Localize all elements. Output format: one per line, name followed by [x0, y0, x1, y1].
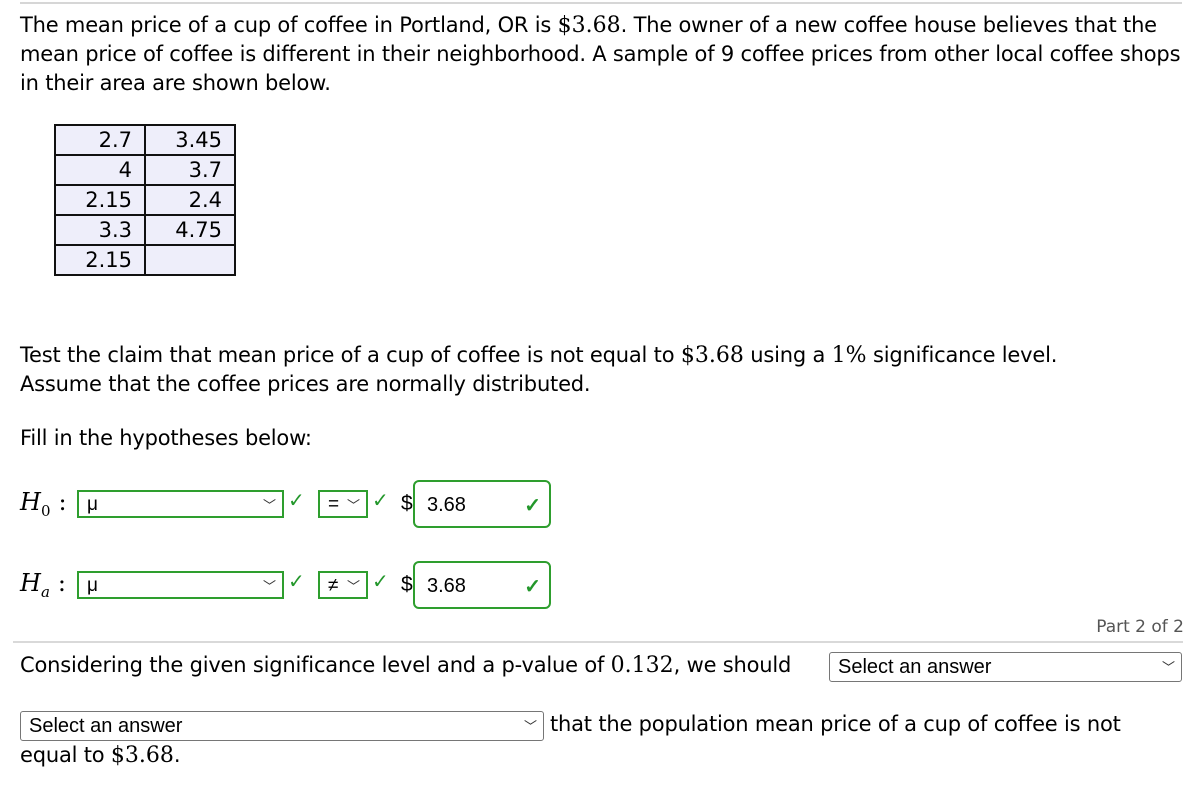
chevron-down-icon: ﹀ [262, 579, 276, 594]
check-icon: ✓ [372, 569, 389, 593]
input-value: 3.68 [427, 494, 466, 516]
population-mean: $3.68 [557, 13, 621, 38]
colon: : [58, 488, 67, 516]
claim-part: using a [743, 343, 832, 367]
selected-value: = [328, 494, 340, 515]
conclusion-text: that the population mean price of a cup … [550, 712, 1121, 736]
chevron-down-icon: ﹀ [346, 579, 360, 594]
h-symbol: H [20, 488, 41, 516]
table-cell: 3.7 [144, 154, 236, 186]
h-subscript: 0 [40, 501, 51, 520]
selected-value: Select an answer [29, 715, 183, 737]
chevron-down-icon: ﹀ [346, 498, 360, 513]
table-cell: 3.3 [54, 214, 146, 246]
input-value: 3.68 [427, 575, 466, 597]
selected-value: μ [87, 494, 98, 515]
sentence-part: . [173, 743, 181, 767]
table-row: 2.15 2.4 [54, 184, 236, 216]
part-divider [13, 641, 1183, 643]
check-icon: ✓ [288, 569, 305, 593]
normality-assumption: Assume that the coffee prices are normal… [20, 372, 591, 396]
check-icon: ✓ [288, 488, 305, 512]
h-subscript: a [40, 582, 50, 601]
ha-label: Ha: [20, 569, 66, 601]
table-cell: 2.7 [54, 124, 146, 156]
significance-level: 1% [831, 343, 867, 368]
selected-value: μ [87, 575, 98, 596]
table-row: 3.3 4.75 [54, 214, 236, 246]
ha-operator-select[interactable]: ≠ ﹀ [318, 571, 368, 599]
fill-prompt: Fill in the hypotheses below: [20, 426, 312, 450]
part-indicator: Part 2 of 2 [1096, 617, 1184, 637]
check-icon: ✓ [372, 488, 389, 512]
selected-value: ≠ [328, 575, 339, 596]
currency-symbol: $ [401, 573, 413, 596]
table-cell: 2.15 [54, 184, 146, 216]
table-row: 4 3.7 [54, 154, 236, 186]
claim-value: $3.68 [110, 743, 174, 768]
decision-select[interactable]: Select an answer ﹀ [829, 652, 1182, 682]
table-cell: 2.4 [144, 184, 236, 216]
table-cell: 3.45 [144, 124, 236, 156]
p-value: 0.132 [610, 653, 674, 678]
table-cell: 4 [54, 154, 146, 186]
sentence-part: Considering the given significance level… [20, 653, 611, 677]
sentence-part: equal to [20, 743, 111, 767]
intro-text: The mean price of a cup of coffee in Por… [20, 13, 558, 37]
h-symbol: H [20, 569, 41, 597]
conclusion-text-cont: equal to $3.68. [20, 741, 1185, 770]
top-divider [20, 2, 1182, 4]
sentence-part: , we should [673, 653, 792, 677]
chevron-down-icon: ﹀ [523, 719, 537, 734]
h0-parameter-select[interactable]: μ ﹀ [77, 490, 284, 518]
claim-text: Test the claim that mean price of a cup … [20, 341, 1185, 399]
h0-operator-select[interactable]: = ﹀ [318, 490, 368, 518]
ha-parameter-select[interactable]: μ ﹀ [77, 571, 284, 599]
evidence-select[interactable]: Select an answer ﹀ [20, 711, 544, 741]
claim-part: significance level. [866, 343, 1058, 367]
table-cell [144, 244, 236, 276]
table-cell: 4.75 [144, 214, 236, 246]
chevron-down-icon: ﹀ [262, 498, 276, 513]
table-row: 2.7 3.45 [54, 124, 236, 156]
conclusion-sentence: Considering the given significance level… [20, 651, 840, 680]
ha-value-input[interactable]: 3.68 ✓ [413, 561, 551, 609]
chevron-down-icon: ﹀ [1161, 660, 1175, 675]
check-icon: ✓ [524, 495, 541, 517]
colon: : [57, 569, 66, 597]
h0-value-input[interactable]: 3.68 ✓ [413, 480, 551, 528]
claim-value: $3.68 [680, 343, 744, 368]
table-row: 2.15 [54, 244, 236, 276]
currency-symbol: $ [401, 492, 413, 515]
table-cell: 2.15 [54, 244, 146, 276]
sample-data-table: 2.7 3.45 4 3.7 2.15 2.4 3.3 4.75 2.15 [54, 124, 236, 276]
selected-value: Select an answer [838, 656, 992, 678]
check-icon: ✓ [524, 576, 541, 598]
problem-intro: The mean price of a cup of coffee in Por… [20, 11, 1185, 98]
claim-part: Test the claim that mean price of a cup … [20, 343, 681, 367]
h0-label: H0: [20, 488, 67, 520]
